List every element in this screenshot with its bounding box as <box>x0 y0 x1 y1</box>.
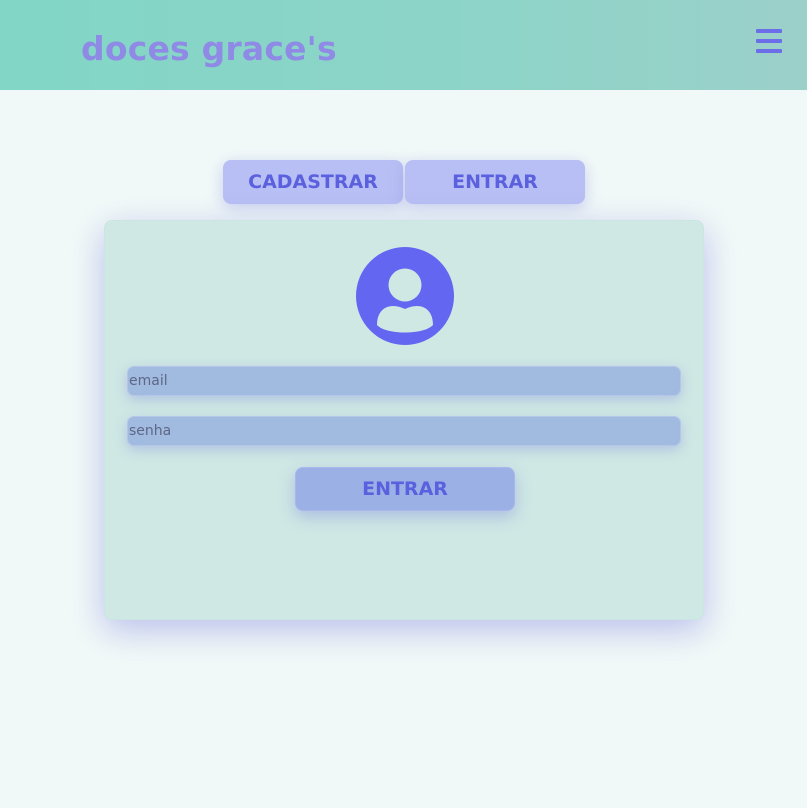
user-avatar-icon <box>356 247 454 345</box>
entrar-submit-button[interactable]: ENTRAR <box>295 467 515 511</box>
hamburger-menu-icon[interactable] <box>754 29 784 55</box>
tab-entrar[interactable]: ENTRAR <box>405 160 585 204</box>
email-field[interactable] <box>127 366 681 396</box>
top-header: doces grace's <box>0 0 807 90</box>
password-field[interactable] <box>127 416 681 446</box>
menu-bar <box>756 29 782 33</box>
brand-title[interactable]: doces grace's <box>81 29 337 69</box>
tab-cadastrar[interactable]: CADASTRAR <box>223 160 403 204</box>
login-card: ENTRAR <box>104 220 704 620</box>
menu-bar <box>756 49 782 53</box>
menu-bar <box>756 39 782 43</box>
